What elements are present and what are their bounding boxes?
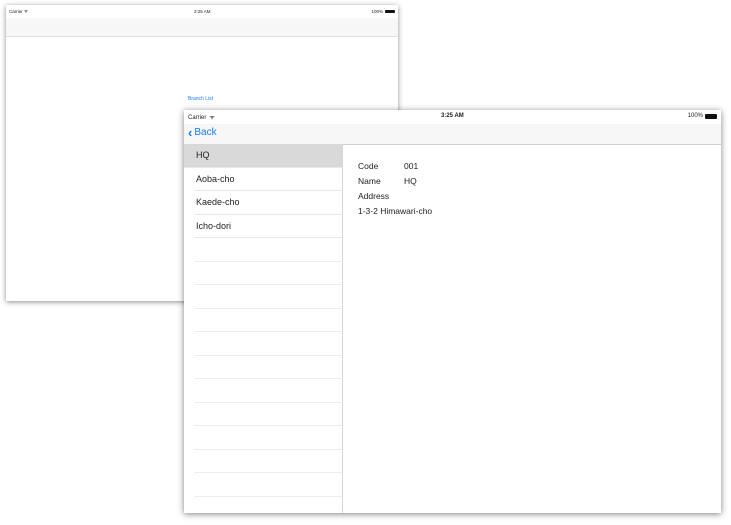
foreground-ipad-screen: Carrier ᯤ 3:25 AM 100% ‹ Back HQ Aoba-cho… bbox=[184, 110, 721, 513]
address-label: Address bbox=[358, 191, 390, 201]
code-row: Code 001 bbox=[358, 159, 432, 174]
battery-percent: 100% bbox=[371, 9, 383, 14]
name-value: HQ bbox=[404, 176, 417, 186]
name-row: Name HQ bbox=[358, 174, 432, 189]
wifi-icon: ᯤ bbox=[209, 115, 215, 121]
branch-list-link[interactable]: Branch List bbox=[188, 96, 213, 102]
list-item-kaede-cho[interactable]: Kaede-cho bbox=[194, 191, 342, 215]
battery-icon bbox=[385, 10, 395, 13]
time-label: 3:25 AM bbox=[441, 113, 464, 119]
time-label: 3:25 AM bbox=[194, 9, 211, 14]
back-button[interactable]: ‹ Back bbox=[188, 126, 217, 139]
back-label: Back bbox=[194, 127, 217, 138]
name-label: Name bbox=[358, 176, 381, 186]
empty-row bbox=[194, 403, 342, 426]
empty-row bbox=[194, 379, 342, 403]
branch-detail: Code 001 Name HQ Address 1-3-2 Himawari-ch… bbox=[358, 159, 432, 219]
branch-list: HQ Aoba-cho Kaede-cho Icho-dori bbox=[184, 144, 343, 513]
code-label: Code bbox=[358, 161, 379, 171]
empty-row bbox=[194, 262, 342, 285]
battery-percent: 100% bbox=[687, 113, 703, 119]
empty-row bbox=[194, 285, 342, 309]
status-bar: Carrier ᯤ 3:25 AM 100% bbox=[184, 110, 721, 124]
code-value: 001 bbox=[404, 161, 419, 171]
navigation-bar: ‹ Back bbox=[184, 124, 721, 145]
empty-row bbox=[194, 497, 342, 514]
address-value: 1-3-2 Himawari-cho bbox=[358, 206, 433, 216]
carrier-label: Carrier ᯤ bbox=[188, 115, 215, 121]
list-item-aoba-cho[interactable]: Aoba-cho bbox=[194, 168, 342, 191]
empty-row bbox=[194, 356, 342, 379]
navigation-bar bbox=[6, 18, 398, 37]
empty-row bbox=[194, 473, 342, 497]
list-item-hq[interactable]: HQ bbox=[184, 144, 342, 168]
empty-row bbox=[194, 450, 342, 473]
list-item-icho-dori[interactable]: Icho-dori bbox=[194, 215, 342, 238]
status-bar: Carrier ᯤ 3:25 AM 100% bbox=[6, 5, 398, 18]
carrier-label: Carrier ᯤ bbox=[9, 9, 29, 14]
empty-row bbox=[194, 426, 342, 450]
empty-row bbox=[194, 332, 342, 356]
chevron-left-icon: ‹ bbox=[188, 125, 193, 140]
empty-row bbox=[194, 309, 342, 332]
empty-row bbox=[194, 238, 342, 262]
battery-icon bbox=[705, 114, 717, 119]
